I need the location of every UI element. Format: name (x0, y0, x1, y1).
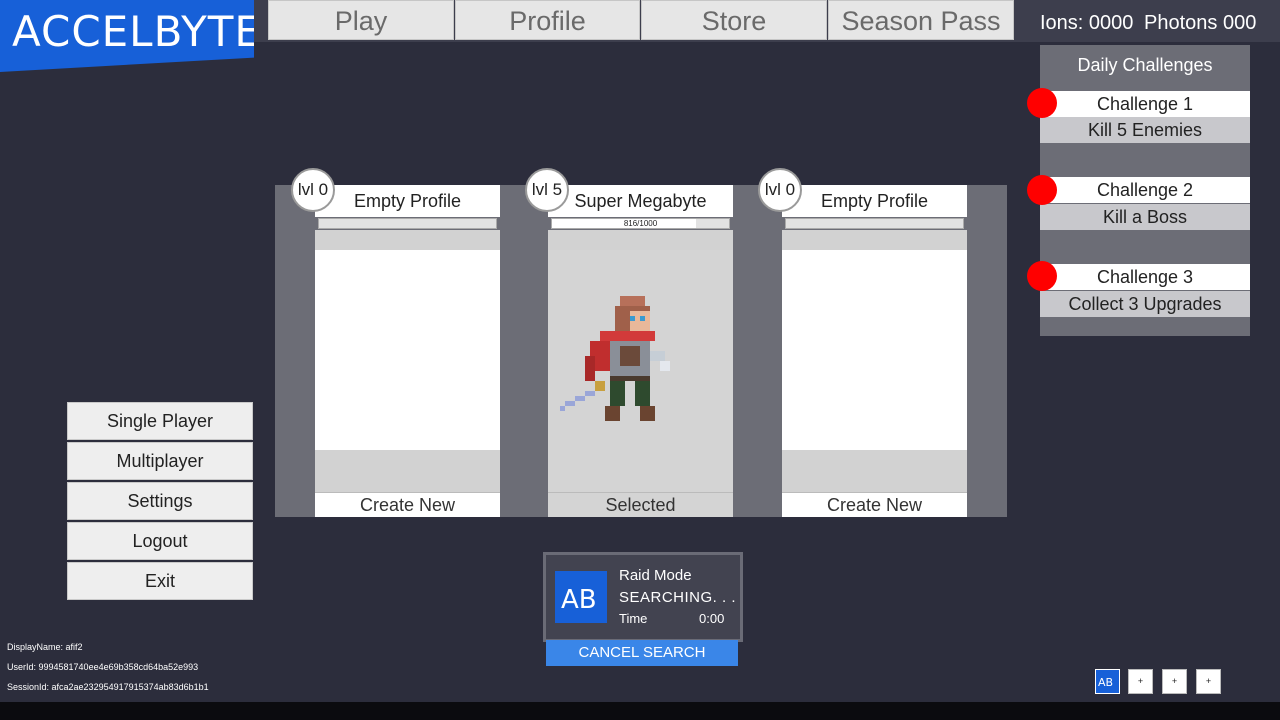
cancel-search-button[interactable]: CANCEL SEARCH (546, 640, 738, 666)
time-value: 0:00 (699, 611, 725, 626)
portrait-area (315, 250, 500, 450)
portrait-area (782, 250, 967, 450)
challenge-1-desc: Kill 5 Enemies (1040, 117, 1250, 143)
multiplayer-button[interactable]: Multiplayer (67, 442, 253, 480)
create-new-button[interactable]: Create New (315, 492, 500, 517)
red-dot-icon (1027, 261, 1057, 291)
session-id: SessionId: afca2ae232954917915374ab83d6b… (7, 682, 209, 692)
profile-card-1[interactable]: Empty Profile Create New (315, 185, 500, 517)
xp-bar (785, 218, 964, 229)
card-band (315, 230, 500, 250)
profile-name: Super Megabyte (548, 185, 733, 217)
xp-text: 816/1000 (623, 219, 658, 228)
svg-text:AB: AB (1098, 676, 1113, 689)
ions-counter: Ions: 0000 (1040, 12, 1134, 34)
time-label: Time (619, 611, 648, 626)
tab-season-pass[interactable]: Season Pass (828, 0, 1014, 40)
profile-card-3[interactable]: Empty Profile Create New (782, 185, 967, 517)
accelbyte-icon[interactable]: AB (1095, 669, 1120, 694)
level-badge: lvl 0 (291, 168, 335, 212)
character-sprite (560, 296, 670, 421)
plus-icon[interactable]: + (1162, 669, 1187, 694)
tab-profile[interactable]: Profile (455, 0, 640, 40)
challenge-1-name[interactable]: Challenge 1 (1040, 91, 1250, 117)
card-band (548, 230, 733, 250)
challenge-3-desc: Collect 3 Upgrades (1040, 291, 1250, 317)
logout-button[interactable]: Logout (67, 522, 253, 560)
challenge-2-name[interactable]: Challenge 2 (1040, 177, 1250, 203)
settings-button[interactable]: Settings (67, 482, 253, 520)
plus-icon[interactable]: + (1196, 669, 1221, 694)
red-dot-icon (1027, 175, 1057, 205)
photons-counter: Photons 000 (1144, 12, 1257, 34)
xp-bar: 816/1000 (551, 218, 730, 229)
search-status: SEARCHING. . . (619, 589, 737, 606)
tab-store[interactable]: Store (641, 0, 827, 40)
card-footer (782, 450, 967, 492)
plus-icon[interactable]: + (1128, 669, 1153, 694)
challenge-2-desc: Kill a Boss (1040, 204, 1250, 230)
create-new-button[interactable]: Create New (782, 492, 967, 517)
xp-bar (318, 218, 497, 229)
red-dot-icon (1027, 88, 1057, 118)
single-player-button[interactable]: Single Player (67, 402, 253, 440)
selected-button[interactable]: Selected (548, 492, 733, 517)
tab-play[interactable]: Play (268, 0, 454, 40)
card-footer (548, 450, 733, 492)
display-name: DisplayName: afif2 (7, 642, 83, 652)
mode-label: Raid Mode (619, 567, 692, 584)
accelbyte-logo: ACCELBYTE (0, 0, 254, 72)
exit-button[interactable]: Exit (67, 562, 253, 600)
challenge-3-name[interactable]: Challenge 3 (1040, 264, 1250, 290)
daily-challenges-title: Daily Challenges (1077, 55, 1213, 75)
logo-text: ACCELBYTE (12, 7, 262, 56)
level-badge: lvl 5 (525, 168, 569, 212)
bottom-strip (0, 702, 1280, 720)
svg-text:AB: AB (561, 585, 597, 615)
profile-name: Empty Profile (315, 185, 500, 217)
card-band (782, 230, 967, 250)
level-badge: lvl 0 (758, 168, 802, 212)
user-id: UserId: 9994581740ee4e69b358cd64ba52e993 (7, 662, 199, 672)
accelbyte-icon: AB (555, 571, 607, 623)
profile-name: Empty Profile (782, 185, 967, 217)
card-footer (315, 450, 500, 492)
